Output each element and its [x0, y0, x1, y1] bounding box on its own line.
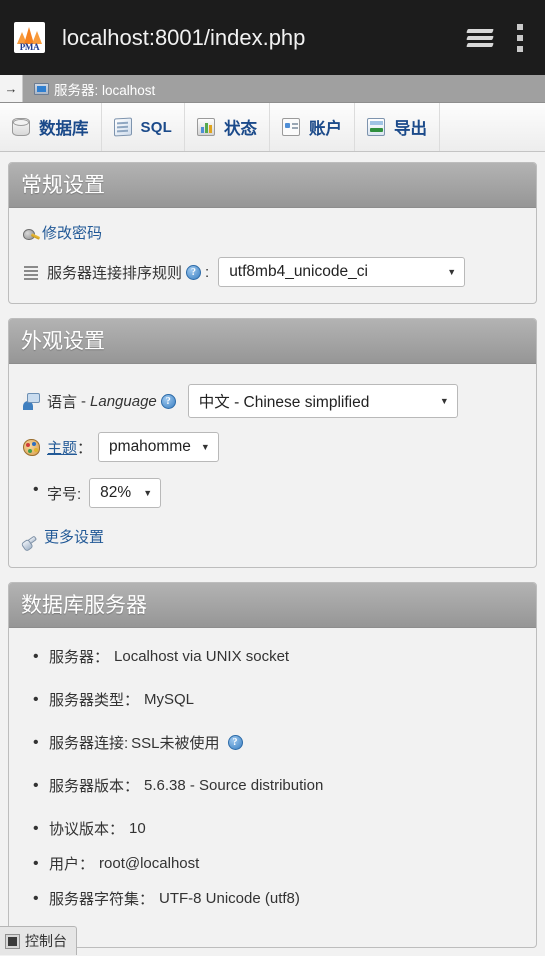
address-bar[interactable]: localhost:8001/index.php	[62, 25, 467, 51]
general-settings-panel: 常规设置 修改密码 服务器连接排序规则 ? : utf8mb4_unicode_…	[8, 162, 537, 304]
server-item-label: 服务器字符集：	[49, 891, 155, 908]
console-tab[interactable]: 控制台	[0, 926, 77, 955]
server-monitor-icon	[34, 82, 49, 95]
chevron-down-icon: ▼	[447, 267, 457, 277]
logo-text: PMA	[19, 42, 40, 52]
collation-label: 服务器连接排序规则	[47, 264, 183, 282]
appearance-settings-panel: 外观设置 语言 - Language ? 中文 - Chinese simpli…	[8, 318, 537, 568]
sql-scroll-icon	[113, 117, 132, 137]
change-password-link[interactable]: 修改密码	[42, 222, 102, 243]
wrench-icon	[22, 535, 38, 548]
language-row: 语言 - Language ? 中文 - Chinese simplified …	[23, 384, 522, 418]
theme-row: 主题 ： pmahomme ▼	[23, 432, 522, 462]
appearance-settings-title: 外观设置	[9, 319, 536, 364]
list-item: 服务器版本： 5.6.38 - Source distribution	[33, 775, 522, 796]
server-item-label: 服务器：	[49, 649, 110, 666]
tab-export[interactable]: 导出	[354, 103, 440, 151]
server-item-value: SSL未被使用	[131, 735, 220, 752]
font-size-row: 字号: 82% ▼	[23, 478, 522, 508]
list-item: 用户： root@localhost	[33, 853, 522, 874]
tab-status[interactable]: 状态	[184, 103, 270, 151]
database-icon	[12, 118, 30, 136]
language-select[interactable]: 中文 - Chinese simplified ▼	[187, 384, 458, 418]
sidebar-toggle-button[interactable]: →	[0, 75, 23, 102]
collation-select[interactable]: utf8mb4_unicode_ci ▼	[218, 257, 466, 287]
language-select-value: 中文 - Chinese simplified	[198, 394, 370, 411]
tab-sql-label: SQL	[140, 118, 172, 136]
language-label-en: Language	[90, 392, 157, 410]
theme-colon: ：	[77, 439, 93, 457]
more-settings-row[interactable]: 更多设置	[22, 526, 522, 548]
database-server-title: 数据库服务器	[9, 583, 536, 628]
list-item: 服务器连接: SSL未被使用 ?	[33, 732, 522, 753]
server-item-label: 服务器类型：	[49, 692, 140, 709]
main-tab-bar: 数据库 SQL 状态 账户 导出	[0, 103, 545, 152]
server-item-value: root@localhost	[99, 855, 200, 872]
server-item-label: 协议版本：	[49, 821, 125, 838]
font-size-label: 字号:	[31, 481, 81, 504]
server-item-value: 5.6.38 - Source distribution	[144, 777, 324, 794]
tab-databases-label: 数据库	[39, 120, 89, 138]
kebab-menu-icon[interactable]	[517, 23, 523, 52]
page-content: 常规设置 修改密码 服务器连接排序规则 ? : utf8mb4_unicode_…	[0, 152, 545, 955]
collation-row: 服务器连接排序规则 ? : utf8mb4_unicode_ci ▼	[23, 257, 522, 287]
list-item: 协议版本： 10	[33, 818, 522, 839]
font-size-select[interactable]: 82% ▼	[89, 478, 162, 508]
server-item-value: UTF-8 Unicode (utf8)	[159, 890, 300, 907]
language-person-icon	[23, 392, 40, 410]
help-icon[interactable]: ?	[160, 393, 176, 409]
theme-select-value: pmahomme	[109, 438, 191, 455]
tab-bar-filler	[439, 103, 545, 151]
font-size-select-value: 82%	[100, 484, 132, 501]
chevron-down-icon: ▼	[439, 396, 449, 406]
database-server-list: 服务器： Localhost via UNIX socket 服务器类型： My…	[23, 646, 522, 909]
breadcrumb-server[interactable]: 服务器: localhost	[23, 75, 155, 102]
server-item-value: MySQL	[144, 691, 195, 708]
help-icon[interactable]: ?	[227, 735, 243, 750]
console-icon	[5, 933, 20, 949]
list-item: 服务器字符集： UTF-8 Unicode (utf8)	[33, 888, 522, 909]
phpmyadmin-logo-icon: PMA	[14, 22, 45, 53]
console-label: 控制台	[25, 933, 67, 949]
collation-select-value: utf8mb4_unicode_ci	[229, 263, 368, 280]
server-item-value: 10	[129, 820, 146, 837]
breadcrumb-label: 服务器: localhost	[54, 82, 156, 98]
list-item: 服务器类型： MySQL	[33, 689, 522, 710]
more-settings-link[interactable]: 更多设置	[44, 526, 104, 547]
tab-accounts-label: 账户	[308, 120, 342, 138]
status-chart-icon	[196, 118, 215, 136]
server-item-label: 用户：	[49, 856, 95, 873]
export-icon	[366, 118, 385, 136]
help-icon[interactable]: ?	[186, 264, 202, 280]
tab-stack-icon[interactable]	[466, 27, 495, 49]
chevron-down-icon: ▼	[200, 442, 210, 452]
chevron-down-icon: ▼	[143, 488, 153, 498]
server-item-label: 服务器版本：	[49, 778, 140, 795]
tab-sql[interactable]: SQL	[101, 103, 185, 151]
tab-accounts[interactable]: 账户	[269, 103, 355, 151]
general-settings-title: 常规设置	[9, 163, 536, 208]
server-item-value: Localhost via UNIX socket	[114, 648, 290, 665]
key-icon	[23, 229, 35, 240]
database-server-panel: 数据库服务器 服务器： Localhost via UNIX socket 服务…	[8, 582, 537, 948]
language-label-cn: 语言	[47, 393, 78, 411]
browser-toolbar: PMA localhost:8001/index.php	[0, 0, 545, 75]
palette-icon	[23, 438, 40, 456]
list-lines-icon	[23, 264, 40, 281]
collation-colon: :	[205, 263, 210, 281]
tab-databases[interactable]: 数据库	[0, 103, 102, 151]
tab-export-label: 导出	[393, 120, 427, 138]
server-item-label: 服务器连接:	[49, 735, 129, 752]
language-label-separator: -	[81, 392, 87, 410]
theme-select[interactable]: pmahomme ▼	[98, 432, 219, 462]
breadcrumb: → 服务器: localhost	[0, 75, 545, 103]
account-card-icon	[281, 118, 300, 136]
theme-label[interactable]: 主题	[47, 437, 77, 458]
list-item: 服务器： Localhost via UNIX socket	[33, 646, 522, 667]
change-password-row[interactable]: 修改密码	[23, 222, 522, 243]
tab-status-label: 状态	[223, 120, 257, 138]
